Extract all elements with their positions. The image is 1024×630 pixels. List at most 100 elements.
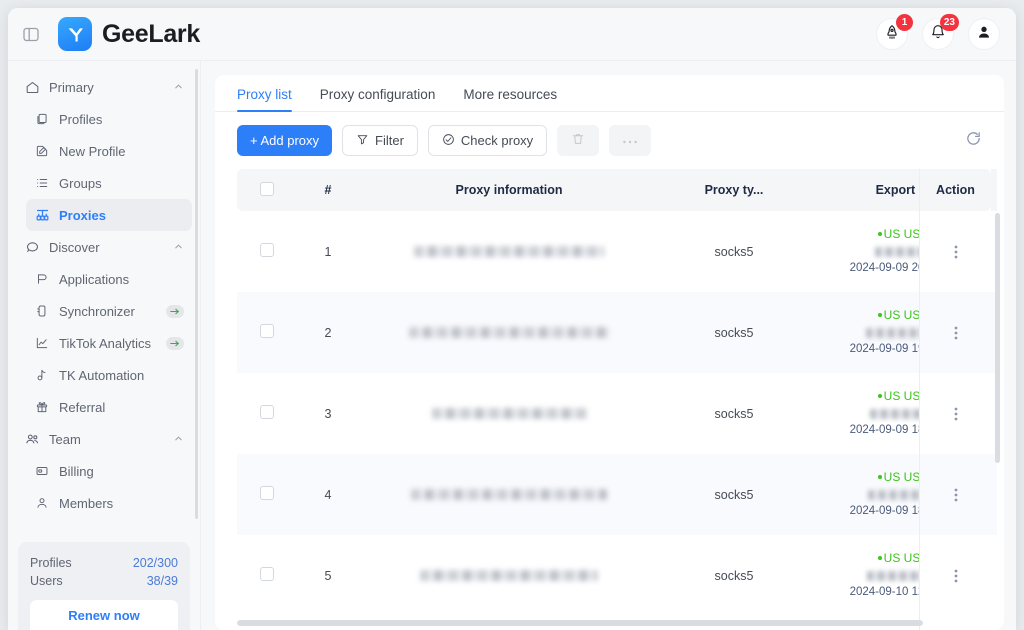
table-row[interactable]: 3 socks5 US USA 2024-09-09 18:26:38 [237,373,997,454]
app-name: GeeLark [102,19,200,48]
sidebar-badge-pill [166,336,184,350]
sidebar-item-label: Proxies [59,207,106,223]
quota-users-row: Users 38/39 [30,572,178,590]
chevron-up-icon [173,240,184,255]
row-number: 3 [324,406,332,421]
account-button[interactable] [968,18,1000,50]
table-body: 1 socks5 US USA 2024-09-09 20:44:34 2 so… [237,211,997,616]
row-checkbox[interactable] [260,486,274,500]
profiles-icon [34,112,50,126]
renew-now-button[interactable]: Renew now [30,600,178,630]
toolbar: + Add proxy Filter Check proxy [215,112,1004,169]
row-select-cell [237,211,297,292]
sidebar-group-label: Primary [49,79,94,95]
select-all-header [237,169,297,211]
more-actions-button [609,125,652,156]
sidebar-item-applications[interactable]: Applications [26,263,192,295]
row-action-menu[interactable] [920,373,991,454]
quota-profiles-label: Profiles [30,556,72,570]
sidebar-item-billing[interactable]: Billing [26,455,192,487]
row-proxy-type: socks5 [714,244,754,259]
check-proxy-button[interactable]: Check proxy [427,125,548,156]
row-checkbox[interactable] [260,567,274,581]
row-checkbox[interactable] [260,405,274,419]
row-proxy-information [359,535,659,616]
column-proxy-information[interactable]: Proxy information [359,169,659,211]
table-row[interactable]: 2 socks5 US USA 2024-09-09 19:04:09 [237,292,997,373]
row-select-cell [237,292,297,373]
ellipsis-icon [622,133,638,148]
sidebar-item-label: Applications [59,271,130,287]
proxy-panel: Proxy list Proxy configuration More reso… [215,75,1004,630]
tab-proxy-list[interactable]: Proxy list [237,87,292,112]
refresh-button[interactable] [965,130,982,152]
sidebar-item-new-profile[interactable]: New Profile [26,135,192,167]
sidebar-nav: Primary Profiles New Profile Groups Prox… [8,61,200,542]
delete-button [557,125,600,156]
row-action-menu[interactable] [920,211,991,292]
table-horizontal-scrollbar[interactable] [237,620,923,626]
row-action-menu[interactable] [920,292,991,373]
applications-icon [34,272,50,286]
sidebar-item-label: Members [59,495,114,511]
trash-icon [571,132,585,149]
sidebar-group-team[interactable]: Team [16,423,192,455]
column-action: Action [920,169,991,211]
sidebar-item-label: Profiles [59,111,103,127]
member-icon [34,496,50,510]
sidebar-item-label: Groups [59,175,102,191]
sidebar-group-primary[interactable]: Primary [16,71,192,103]
sidebar-item-profiles[interactable]: Profiles [26,103,192,135]
row-action-menu[interactable] [920,454,991,535]
row-action-menu[interactable] [920,535,991,616]
row-proxy-type: socks5 [714,568,754,583]
chevron-up-icon [173,432,184,447]
table-vertical-scrollbar[interactable] [995,213,1000,463]
synchronizer-icon [34,304,50,318]
row-select-cell [237,373,297,454]
app-logo[interactable]: GeeLark [58,17,200,51]
add-proxy-button[interactable]: + Add proxy [237,125,333,156]
sidebar-scrollbar[interactable] [195,69,198,519]
new-profile-icon [34,144,50,158]
check-circle-icon [442,133,455,149]
sidebar-toggle-icon[interactable] [20,23,42,45]
table-row[interactable]: 1 socks5 US USA 2024-09-09 20:44:34 [237,211,997,292]
sidebar-item-members[interactable]: Members [26,487,192,519]
status-dot-icon [877,313,882,318]
app-window: GeeLark 1 23 Primary Profiles New Profil… [8,8,1016,630]
sidebar-item-label: Referral [59,399,106,415]
vertical-ellipsis-icon [954,245,957,258]
masked-proxy-info [414,246,604,257]
row-checkbox[interactable] [260,243,274,257]
sidebar-item-tiktok-analytics[interactable]: TikTok Analytics [26,327,192,359]
billing-card-icon [34,464,50,478]
sidebar-item-proxies[interactable]: Proxies [26,199,192,231]
quota-profiles-row: Profiles 202/300 [30,554,178,572]
filter-button[interactable]: Filter [342,125,418,156]
tab-proxy-configuration[interactable]: Proxy configuration [320,87,436,111]
select-all-checkbox[interactable] [260,181,274,196]
column-number[interactable]: # [297,169,359,211]
table-header-row: # Proxy information Proxy ty... Export I… [237,169,997,211]
sidebar-group-discover[interactable]: Discover [16,231,192,263]
table-row[interactable]: 5 socks5 US USA 2024-09-10 12:25:03 [237,535,997,616]
column-proxy-type[interactable]: Proxy ty... [659,169,809,211]
sidebar-item-synchronizer[interactable]: Synchronizer [26,295,192,327]
sidebar-item-groups[interactable]: Groups [26,167,192,199]
rocket-button[interactable]: 1 [876,14,913,50]
vertical-ellipsis-icon [954,569,957,582]
sidebar-item-tk-automation[interactable]: TK Automation [26,359,192,391]
proxy-table-wrapper: # Proxy information Proxy ty... Export I… [237,169,1004,630]
refresh-icon [965,130,982,152]
sidebar-item-referral[interactable]: Referral [26,391,192,423]
tab-more-resources[interactable]: More resources [463,87,557,111]
gift-icon [34,400,50,414]
status-dot-icon [877,556,882,561]
masked-proxy-info [420,570,598,581]
row-proxy-information [359,373,659,454]
table-row[interactable]: 4 socks5 US USA 2024-09-09 18:41:41 [237,454,997,535]
sidebar-item-label: TK Automation [59,367,145,383]
notifications-button[interactable]: 23 [922,14,959,50]
row-checkbox[interactable] [260,324,274,338]
